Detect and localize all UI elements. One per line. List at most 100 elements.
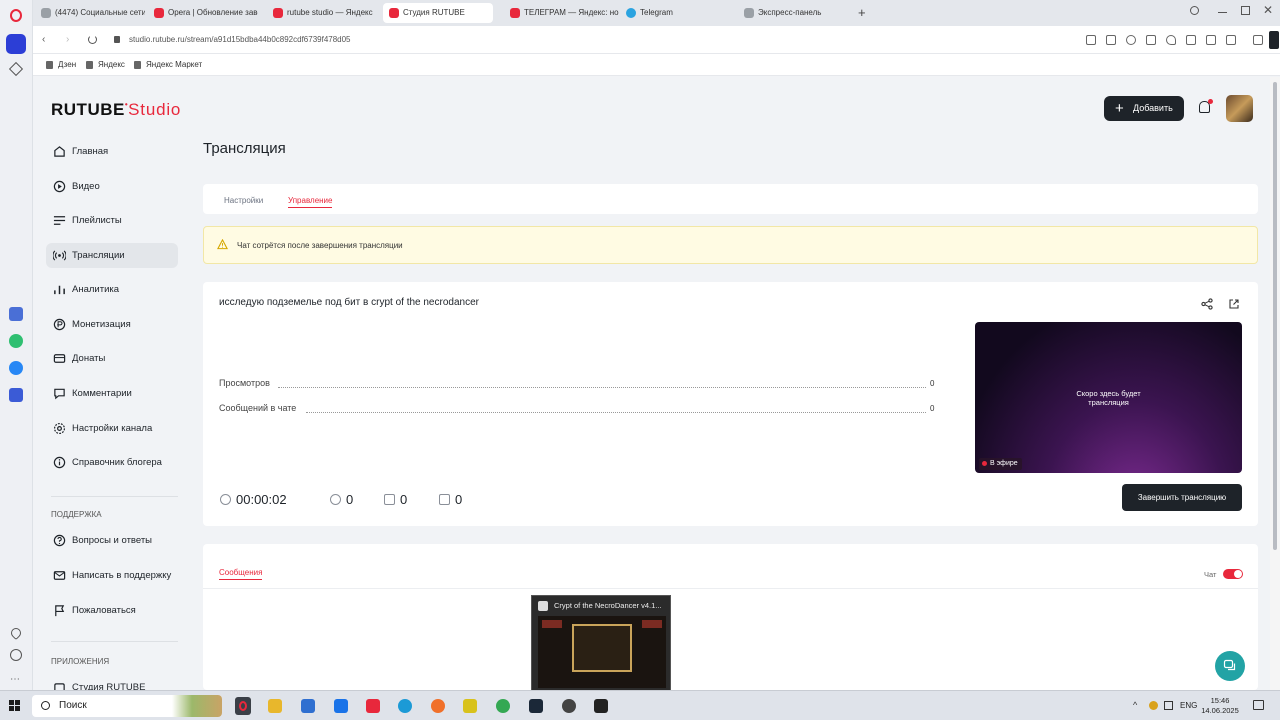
sidebar-item-report[interactable]: Пожаловаться [46,598,178,623]
taskbar-search[interactable]: Поиск [32,695,222,717]
notifications-icon[interactable] [1253,700,1264,710]
tab-label: Opera | Обновление завс [168,8,258,17]
obs-icon[interactable] [562,699,576,713]
share-icon[interactable] [1201,298,1213,310]
url-field[interactable]: studio.rutube.ru/stream/a91d15bdba44b0c8… [129,35,351,44]
tab-messages[interactable]: Сообщения [219,568,263,580]
edit-icon[interactable] [1086,35,1096,45]
edge-icon[interactable] [398,699,412,713]
taskbar-window-preview[interactable]: Crypt of the NecroDancer v4.1... [531,595,671,693]
app-icon[interactable] [463,699,477,713]
add-button-label: Добавить [1133,103,1173,113]
likes-count: 0 [384,492,407,507]
sidebar-item-home[interactable]: Главная [46,139,178,164]
shield-icon[interactable] [1126,35,1136,45]
heart-icon[interactable] [8,625,24,641]
browser-tab[interactable]: Экспресс-панель [738,3,848,23]
viewer-icon [330,494,341,505]
bookmark-item[interactable]: Яндекс [86,60,125,69]
history-icon[interactable] [10,649,22,661]
browser-tab[interactable]: Telegram [620,3,730,23]
stream-title: исследую подземелье под бит в crypt of t… [219,297,479,308]
sidebar-item-analytics[interactable]: Аналитика [46,277,178,302]
windows-start-icon[interactable] [9,700,21,712]
file-explorer-icon[interactable] [268,699,282,713]
chat-toggle[interactable] [1223,569,1243,579]
sidebar-item-channel-settings[interactable]: Настройки канала [46,416,178,441]
download-icon[interactable] [1186,35,1196,45]
wallet-icon[interactable] [1226,35,1236,45]
avatar[interactable] [1226,95,1253,122]
home-icon[interactable] [6,34,26,54]
tab-label: rutube studio — Яндекс [287,8,373,17]
store-icon[interactable] [301,699,315,713]
back-icon[interactable]: ‹ [42,34,45,45]
add-button[interactable]: + Добавить [1104,96,1184,121]
minimize-icon[interactable] [1218,12,1227,14]
sidebar-item-broadcasts[interactable]: Трансляции [46,243,178,268]
tray-app-icon[interactable] [1149,701,1158,710]
clock-time: 15:46 [1210,696,1230,705]
chat-toggle-label: Чат [1204,570,1217,579]
system-clock[interactable]: 15:46 14.06.2025 [1200,696,1240,716]
sidebar-item-playlists[interactable]: Плейлисты [46,208,178,233]
opera-logo-icon [239,701,247,711]
sidebar-toggle-icon[interactable] [1269,31,1279,49]
scrollbar-thumb[interactable] [1273,82,1277,550]
sidebar-item-contact-support[interactable]: Написать в поддержку [46,563,178,588]
sidebar-item-comments[interactable]: Комментарии [46,381,178,406]
views-label: Просмотров [219,378,270,388]
close-icon[interactable]: ✕ [1263,3,1273,17]
extension-icon[interactable] [9,388,23,402]
network-icon[interactable] [1164,701,1173,710]
open-external-icon[interactable] [1228,298,1240,310]
browser-tab[interactable]: rutube studio — Яндекс [267,3,377,23]
game-tile [642,620,662,628]
search-tabs-icon[interactable] [1190,6,1199,15]
dislike-icon [439,494,450,505]
sidebar-item-blogger-guide[interactable]: Справочник блогера [46,450,178,475]
opera-logo-icon[interactable] [10,9,22,22]
extensions-icon[interactable] [1253,35,1263,45]
menu-icon[interactable] [1206,35,1216,45]
viewers-value: 0 [346,492,354,507]
yandex-icon[interactable] [366,699,380,713]
tab-settings[interactable]: Настройки [224,196,263,205]
new-tab-plus-icon[interactable]: + [858,5,866,20]
game-taskbar-icon[interactable] [594,699,608,713]
browser-tab[interactable]: ТЕЛЕГРАМ — Яндекс: но [504,3,619,23]
heart-icon[interactable] [1166,35,1176,45]
end-stream-button[interactable]: Завершить трансляцию [1122,484,1242,511]
firefox-icon[interactable] [431,699,445,713]
sidebar-item-faq[interactable]: Вопросы и ответы [46,528,178,553]
tray-overflow-icon[interactable]: ^ [1133,700,1137,710]
sidebar-item-monetization[interactable]: Монетизация [46,312,178,337]
rutube-studio-logo[interactable]: RUTUBE•Studio [51,100,181,120]
steam-icon[interactable] [529,699,543,713]
tab-label: Экспресс-панель [758,8,822,17]
browser-tab[interactable]: Opera | Обновление завс [148,3,258,23]
tab-management[interactable]: Управление [288,196,333,208]
sidebar-item-donates[interactable]: Донаты [46,346,178,371]
sidebar-item-video[interactable]: Видео [46,174,178,199]
support-chat-button[interactable] [1215,651,1245,681]
more-icon[interactable]: ⋯ [10,674,20,685]
forward-icon[interactable]: › [66,34,69,45]
browser-tab[interactable]: (4474) Социальные сети [35,3,145,23]
app-store-icon[interactable] [9,307,23,321]
stream-preview[interactable]: Скоро здесь будет трансляция В эфире [975,322,1242,473]
browser-tab-active[interactable]: Студия RUTUBE [383,3,493,23]
chrome-icon[interactable] [496,699,510,713]
camera-icon[interactable] [1106,35,1116,45]
vk-icon[interactable] [9,361,23,375]
outlook-icon[interactable] [334,699,348,713]
whatsapp-icon[interactable] [9,334,23,348]
bookmark-item[interactable]: Дзен [46,60,76,69]
language-indicator[interactable]: ENG [1180,701,1197,710]
reload-icon[interactable] [88,35,97,44]
pin-icon[interactable] [8,61,24,77]
maximize-icon[interactable] [1241,6,1250,15]
bookmark-item[interactable]: Яндекс Маркет [134,60,202,69]
sidebar-item-studio-app[interactable]: Студия RUTUBE [46,676,178,690]
play-icon[interactable] [1146,35,1156,45]
